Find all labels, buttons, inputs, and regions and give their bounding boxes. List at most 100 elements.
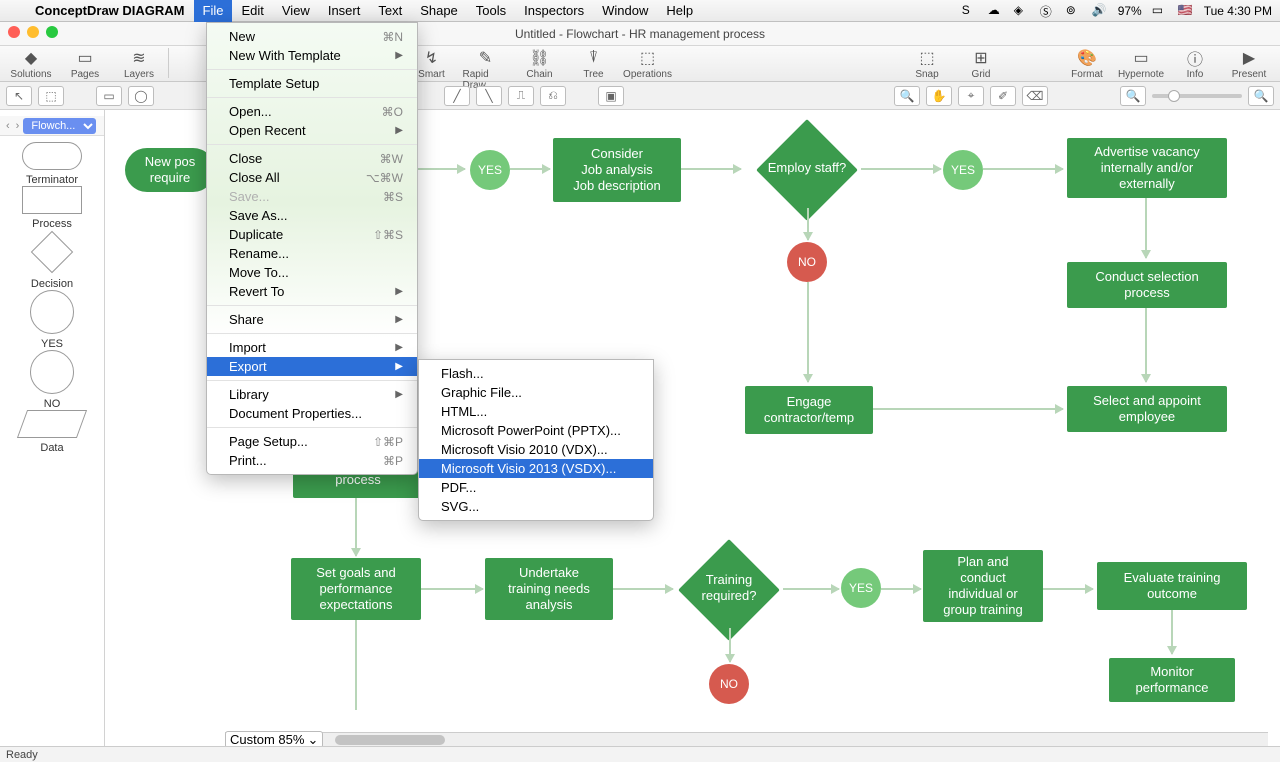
file-menu[interactable]: New⌘NNew With Template▶Template SetupOpe… bbox=[206, 22, 418, 475]
tool-info[interactable]: ⓘInfo bbox=[1172, 48, 1218, 80]
stencil-process[interactable]: Process bbox=[22, 186, 82, 230]
window-controls[interactable] bbox=[8, 26, 58, 38]
stencil-no[interactable]: NO bbox=[22, 350, 82, 410]
node-no-2[interactable]: NO bbox=[709, 664, 749, 704]
node-select-appoint[interactable]: Select and appoint employee bbox=[1067, 386, 1227, 432]
stencil-data[interactable]: Data bbox=[22, 410, 82, 454]
connector-4-icon[interactable]: ⎌ bbox=[540, 86, 566, 106]
select-tool-icon[interactable]: ⬚ bbox=[38, 86, 64, 106]
zoom-icon[interactable] bbox=[46, 26, 58, 38]
export-submenu[interactable]: Flash...Graphic File...HTML...Microsoft … bbox=[418, 359, 654, 521]
export-item-microsoft-powerpoint-pptx-[interactable]: Microsoft PowerPoint (PPTX)... bbox=[419, 421, 653, 440]
tool-hypernote[interactable]: ▭Hypernote bbox=[1118, 48, 1164, 80]
tool-snap[interactable]: ⬚Snap bbox=[904, 48, 950, 80]
diamond-icon[interactable]: ◈ bbox=[1014, 3, 1030, 19]
erase-icon[interactable]: ⌫ bbox=[1022, 86, 1048, 106]
node-engage[interactable]: Engage contractor/temp bbox=[745, 386, 873, 434]
menu-item-print-[interactable]: Print...⌘P bbox=[207, 451, 417, 470]
node-yes-2[interactable]: YES bbox=[943, 150, 983, 190]
battery-icon[interactable]: ▭ bbox=[1152, 3, 1168, 19]
dropper-icon[interactable]: ✐ bbox=[990, 86, 1016, 106]
menu-item-template-setup[interactable]: Template Setup bbox=[207, 74, 417, 93]
menu-insert[interactable]: Insert bbox=[319, 0, 370, 22]
menu-item-document-properties-[interactable]: Document Properties... bbox=[207, 404, 417, 423]
menu-item-page-setup-[interactable]: Page Setup...⇧⌘P bbox=[207, 432, 417, 451]
zoom-slider[interactable] bbox=[1152, 94, 1242, 98]
node-conduct-selection[interactable]: Conduct selection process bbox=[1067, 262, 1227, 308]
tool-format[interactable]: 🎨Format bbox=[1064, 48, 1110, 80]
node-yes-1[interactable]: YES bbox=[470, 150, 510, 190]
tool-present[interactable]: ▶Present bbox=[1226, 48, 1272, 80]
export-item-pdf-[interactable]: PDF... bbox=[419, 478, 653, 497]
connector-3-icon[interactable]: ⎍ bbox=[508, 86, 534, 106]
zoom-combo[interactable]: Custom 85%⌄ bbox=[225, 731, 323, 746]
app-name[interactable]: ConceptDraw DIAGRAM bbox=[26, 0, 194, 22]
node-set-goals[interactable]: Set goals and performance expectations bbox=[291, 558, 421, 620]
stencil-decision[interactable]: Decision bbox=[22, 230, 82, 290]
rect-tool-icon[interactable]: ▭ bbox=[96, 86, 122, 106]
menu-item-library[interactable]: Library▶ bbox=[207, 385, 417, 404]
tool-layers[interactable]: ≋Layers bbox=[116, 48, 162, 80]
zoom-out-icon[interactable]: 🔍 bbox=[1120, 86, 1146, 106]
menu-edit[interactable]: Edit bbox=[232, 0, 272, 22]
menu-item-save-as-[interactable]: Save As... bbox=[207, 206, 417, 225]
node-employ-staff[interactable]: Employ staff? bbox=[753, 128, 861, 208]
node-evaluate[interactable]: Evaluate training outcome bbox=[1097, 562, 1247, 610]
tool-solutions[interactable]: ◆Solutions bbox=[8, 48, 54, 80]
horizontal-scrollbar[interactable]: Custom 85%⌄ bbox=[225, 732, 1268, 746]
export-item-microsoft-visio-2010-vdx-[interactable]: Microsoft Visio 2010 (VDX)... bbox=[419, 440, 653, 459]
tool-operations[interactable]: ⬚Operations bbox=[625, 48, 671, 91]
menu-shape[interactable]: Shape bbox=[411, 0, 467, 22]
menu-tools[interactable]: Tools bbox=[467, 0, 515, 22]
menu-text[interactable]: Text bbox=[369, 0, 411, 22]
zoom-in-icon[interactable]: 🔍 bbox=[894, 86, 920, 106]
tool-chain[interactable]: ⛓Chain bbox=[517, 48, 563, 91]
volume-icon[interactable]: 🔊 bbox=[1092, 3, 1108, 19]
menu-item-export[interactable]: Export▶ bbox=[207, 357, 417, 376]
apple-icon[interactable] bbox=[8, 0, 26, 22]
export-item-microsoft-visio-2013-vsdx-[interactable]: Microsoft Visio 2013 (VSDX)... bbox=[419, 459, 653, 478]
stencil-terminator[interactable]: Terminator bbox=[22, 142, 82, 186]
zoom-in2-icon[interactable]: 🔍 bbox=[1248, 86, 1274, 106]
menu-item-revert-to[interactable]: Revert To▶ bbox=[207, 282, 417, 301]
node-plan-conduct[interactable]: Plan and conduct individual or group tra… bbox=[923, 550, 1043, 622]
menu-item-move-to-[interactable]: Move To... bbox=[207, 263, 417, 282]
export-item-graphic-file-[interactable]: Graphic File... bbox=[419, 383, 653, 402]
export-item-html-[interactable]: HTML... bbox=[419, 402, 653, 421]
menu-item-share[interactable]: Share▶ bbox=[207, 310, 417, 329]
node-consider[interactable]: Consider Job analysis Job description bbox=[553, 138, 681, 202]
tool-rapid-draw[interactable]: ✎Rapid Draw bbox=[463, 48, 509, 91]
menu-inspectors[interactable]: Inspectors bbox=[515, 0, 593, 22]
menu-item-rename-[interactable]: Rename... bbox=[207, 244, 417, 263]
tool-grid[interactable]: ⊞Grid bbox=[958, 48, 1004, 80]
node-yes-3[interactable]: YES bbox=[841, 568, 881, 608]
menu-help[interactable]: Help bbox=[657, 0, 702, 22]
export-item-svg-[interactable]: SVG... bbox=[419, 497, 653, 516]
connector-2-icon[interactable]: ╲ bbox=[476, 86, 502, 106]
node-advertise[interactable]: Advertise vacancy internally and/or exte… bbox=[1067, 138, 1227, 198]
tool-tree[interactable]: ⍒Tree bbox=[571, 48, 617, 91]
skype-icon[interactable]: Ⓢ bbox=[1040, 3, 1056, 19]
pan-icon[interactable]: ✋ bbox=[926, 86, 952, 106]
menu-item-import[interactable]: Import▶ bbox=[207, 338, 417, 357]
menu-item-new[interactable]: New⌘N bbox=[207, 27, 417, 46]
fwd-icon[interactable]: › bbox=[14, 120, 22, 132]
menu-item-open-[interactable]: Open...⌘O bbox=[207, 102, 417, 121]
connector-1-icon[interactable]: ╱ bbox=[444, 86, 470, 106]
menu-file[interactable]: File bbox=[194, 0, 233, 22]
ellipse-tool-icon[interactable]: ◯ bbox=[128, 86, 154, 106]
close-icon[interactable] bbox=[8, 26, 20, 38]
pointer-tool-icon[interactable]: ↖ bbox=[6, 86, 32, 106]
menu-item-duplicate[interactable]: Duplicate⇧⌘S bbox=[207, 225, 417, 244]
node-training-required[interactable]: Training required? bbox=[675, 548, 783, 628]
node-monitor[interactable]: Monitor performance bbox=[1109, 658, 1235, 702]
node-new-position[interactable]: New pos require bbox=[125, 148, 215, 192]
menu-item-open-recent[interactable]: Open Recent▶ bbox=[207, 121, 417, 140]
menu-view[interactable]: View bbox=[273, 0, 319, 22]
export-item-flash-[interactable]: Flash... bbox=[419, 364, 653, 383]
node-no-1[interactable]: NO bbox=[787, 242, 827, 282]
menu-item-close-all[interactable]: Close All⌥⌘W bbox=[207, 168, 417, 187]
menu-window[interactable]: Window bbox=[593, 0, 657, 22]
node-undertake-training[interactable]: Undertake training needs analysis bbox=[485, 558, 613, 620]
menu-item-close[interactable]: Close⌘W bbox=[207, 149, 417, 168]
